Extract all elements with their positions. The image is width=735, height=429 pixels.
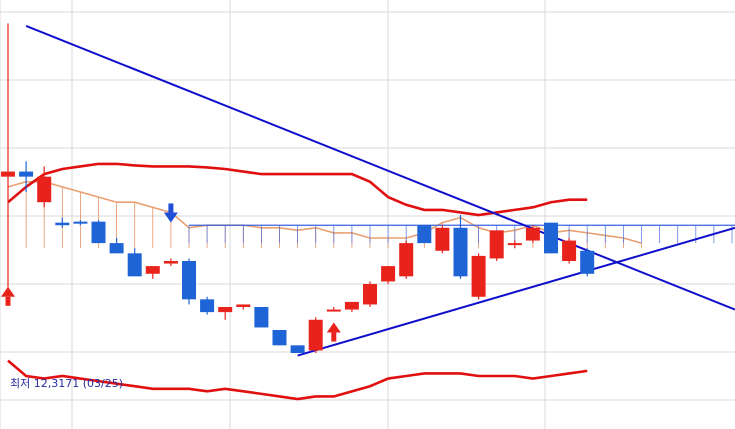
candlestick-chart: 최저 12,3171 (03/25) bbox=[0, 0, 735, 429]
candle-body-1 bbox=[19, 171, 34, 177]
candle-body-21 bbox=[381, 266, 396, 282]
candle-body-14 bbox=[254, 307, 269, 328]
candle-body-24 bbox=[435, 227, 450, 251]
candle-body-32 bbox=[580, 250, 595, 274]
candle-body-11 bbox=[200, 299, 215, 313]
candle-body-27 bbox=[489, 230, 504, 259]
candle-body-17 bbox=[308, 319, 323, 351]
candle-body-2 bbox=[37, 176, 52, 203]
candle-body-15 bbox=[272, 330, 287, 346]
candle-body-0 bbox=[1, 171, 15, 177]
signal-up-arrow-0 bbox=[1, 286, 15, 297]
candle-body-30 bbox=[544, 222, 558, 254]
min-price-label: 최저 12,3171 (03/25) bbox=[10, 377, 123, 390]
candle-body-12 bbox=[218, 307, 233, 313]
candle-body-5 bbox=[91, 221, 106, 244]
candle-body-31 bbox=[562, 240, 577, 261]
candle-body-19 bbox=[344, 301, 359, 310]
candle-body-8 bbox=[145, 266, 160, 274]
signal-up-arrow-2 bbox=[326, 322, 341, 333]
candle-body-3 bbox=[55, 222, 70, 226]
candle-body-7 bbox=[127, 253, 142, 277]
candle-body-29 bbox=[525, 227, 540, 241]
candle-body-18 bbox=[326, 309, 341, 312]
candle-body-13 bbox=[236, 304, 251, 307]
bollinger-upper bbox=[7, 162, 588, 217]
chart-canvas: 최저 12,3171 (03/25) bbox=[0, 0, 735, 429]
candle-body-26 bbox=[471, 255, 486, 297]
candle-body-6 bbox=[109, 243, 124, 254]
candle-body-16 bbox=[290, 345, 305, 353]
signal-up-stem-2 bbox=[331, 332, 337, 342]
signal-up-stem-0 bbox=[5, 296, 11, 306]
candle-body-22 bbox=[399, 243, 414, 277]
candle-body-28 bbox=[507, 243, 522, 246]
candle-body-9 bbox=[163, 261, 178, 264]
candle-body-25 bbox=[453, 227, 468, 277]
candle-body-23 bbox=[417, 225, 432, 244]
candle-body-10 bbox=[182, 261, 196, 300]
signal-down-stem-1 bbox=[168, 203, 174, 213]
candle-body-20 bbox=[363, 284, 377, 305]
candle-body-4 bbox=[73, 221, 88, 224]
